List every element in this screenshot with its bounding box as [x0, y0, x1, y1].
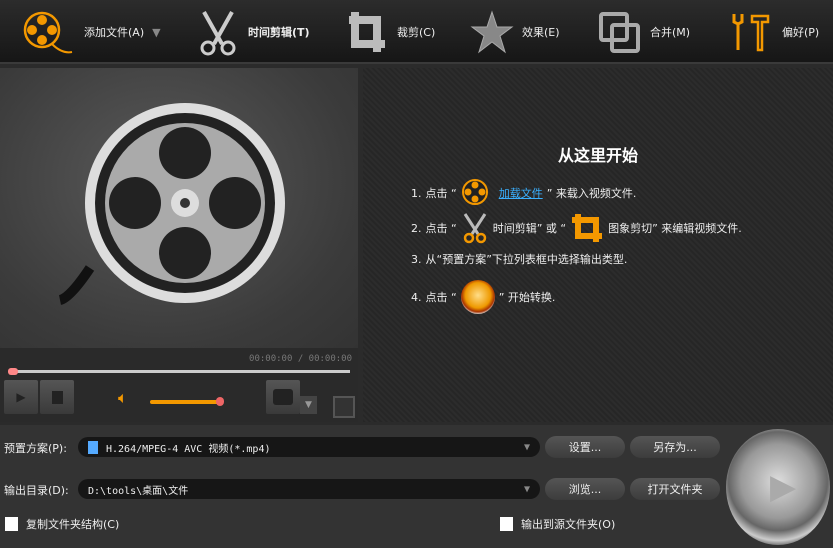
merge-button[interactable]: 合并(M) — [598, 8, 690, 56]
volume-icon[interactable]: 🔈︎ — [118, 388, 128, 408]
play-icon: ▶ — [16, 390, 25, 404]
play-icon: ▶ — [770, 467, 796, 507]
step-2: 2. 点击 “ 时间剪辑” 或 “ 图象剪切” 来编辑视频文件. — [411, 212, 742, 244]
progress-knob[interactable] — [8, 368, 18, 375]
step-text: ” 开始转换. — [499, 289, 556, 305]
video-file-icon — [88, 441, 98, 454]
preview-panel: 00:00:00 / 00:00:00 ▶ 🔈︎ ▼ — [0, 68, 358, 422]
chevron-down-icon: ▼ — [524, 442, 530, 453]
open-folder-button[interactable]: 打开文件夹 — [630, 478, 720, 500]
step-text: ” 来载入视频文件. — [547, 185, 637, 201]
scissors-icon — [461, 212, 489, 244]
output-dir-label: 输出目录(D): — [4, 482, 69, 498]
step-text: 图象剪切” 来编辑视频文件. — [608, 220, 742, 236]
crop-icon — [570, 212, 604, 244]
step-number: 3. — [411, 253, 422, 266]
step-text: 从“预置方案”下拉列表框中选择输出类型. — [426, 251, 628, 267]
chevron-down-icon[interactable]: ▼ — [152, 26, 160, 39]
step-number: 2. — [411, 222, 422, 235]
step-3: 3. 从“预置方案”下拉列表框中选择输出类型. — [411, 251, 627, 267]
snapshot-button[interactable] — [266, 380, 300, 414]
copy-structure-checkbox[interactable] — [5, 517, 18, 531]
load-file-link[interactable]: 加载文件 — [499, 185, 543, 201]
chevron-down-icon: ▼ — [524, 484, 530, 495]
toolbar: 添加文件(A) ▼ 时间剪辑(T) 裁剪(C) 效果(E) 合并(M) 偏好(P… — [0, 0, 833, 64]
step-4: 4. 点击 “ ” 开始转换. — [411, 280, 555, 314]
progress-slider[interactable] — [14, 370, 350, 373]
effects-button[interactable]: 效果(E) — [470, 8, 560, 56]
scissors-icon — [196, 8, 240, 56]
crop-label: 裁剪(C) — [397, 24, 435, 40]
star-icon — [470, 8, 514, 56]
step-text: 点击 “ — [426, 220, 457, 236]
crop-icon — [345, 8, 389, 56]
preset-label: 预置方案(P): — [4, 440, 67, 456]
film-reel-icon — [22, 8, 76, 56]
copy-structure-label: 复制文件夹结构(C) — [26, 516, 119, 532]
effects-label: 效果(E) — [522, 24, 560, 40]
video-preview — [0, 68, 358, 348]
output-dir-select[interactable]: D:\tools\桌面\文件 ▼ — [78, 479, 540, 499]
stop-icon — [52, 391, 63, 404]
merge-label: 合并(M) — [650, 24, 690, 40]
stop-button[interactable] — [40, 380, 74, 414]
tools-icon — [726, 8, 774, 56]
prefs-button[interactable]: 偏好(P) — [726, 8, 819, 56]
snapshot-dropdown[interactable]: ▼ — [300, 396, 317, 414]
play-button[interactable]: ▶ — [4, 380, 38, 414]
volume-slider[interactable] — [150, 400, 222, 404]
camera-icon — [273, 389, 293, 405]
film-reel-graphic — [0, 68, 358, 348]
crop-button[interactable]: 裁剪(C) — [345, 8, 435, 56]
save-as-button[interactable]: 另存为... — [630, 436, 720, 458]
trim-label: 时间剪辑(T) — [248, 24, 310, 40]
settings-button[interactable]: 设置... — [545, 436, 625, 458]
browse-button[interactable]: 浏览... — [545, 478, 625, 500]
output-to-source-checkbox[interactable] — [500, 517, 513, 531]
trim-button[interactable]: 时间剪辑(T) — [196, 8, 310, 56]
merge-icon — [598, 8, 642, 56]
welcome-title: 从这里开始 — [363, 142, 833, 166]
add-file-label: 添加文件(A) — [84, 24, 144, 40]
preset-value: H.264/MPEG-4 AVC 视频(*.mp4) — [106, 440, 271, 455]
step-text: 点击 “ — [426, 289, 457, 305]
prefs-label: 偏好(P) — [782, 24, 819, 40]
welcome-panel: 从这里开始 1. 点击 “ 加载文件” 来载入视频文件. 2. 点击 “ 时间剪辑”… — [363, 68, 833, 422]
convert-orb-icon — [461, 280, 495, 314]
convert-button[interactable]: ▶ — [726, 429, 830, 545]
step-1: 1. 点击 “ 加载文件” 来载入视频文件. — [411, 178, 636, 208]
step-number: 1. — [411, 187, 422, 200]
preset-select[interactable]: H.264/MPEG-4 AVC 视频(*.mp4) ▼ — [78, 437, 540, 457]
output-dir-value: D:\tools\桌面\文件 — [88, 482, 188, 497]
time-display: 00:00:00 / 00:00:00 — [249, 354, 352, 364]
step-text: 时间剪辑” 或 “ — [493, 220, 566, 236]
add-file-button[interactable]: 添加文件(A) ▼ — [22, 8, 161, 56]
step-text: 点击 “ — [426, 185, 457, 201]
film-reel-icon — [461, 178, 495, 208]
fullscreen-button[interactable] — [333, 396, 355, 418]
step-number: 4. — [411, 291, 422, 304]
output-to-source-label: 输出到源文件夹(O) — [521, 516, 615, 532]
